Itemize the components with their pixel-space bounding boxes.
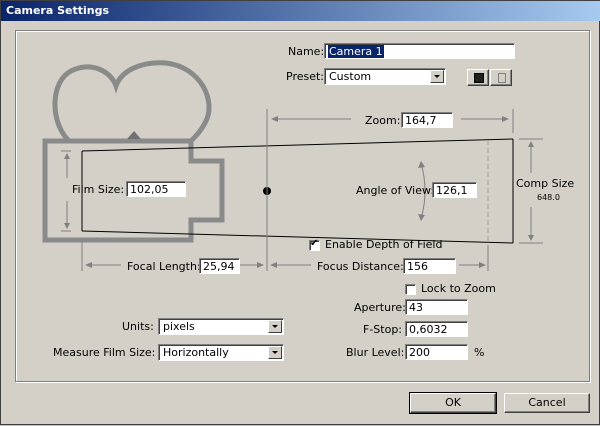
measure-film-size-dropdown[interactable]: Horizontally: [158, 344, 284, 361]
film-size-input[interactable]: 102,05: [126, 181, 186, 197]
zoom-input[interactable]: 164,7: [401, 112, 453, 128]
measure-film-size-label: Measure Film Size:: [53, 346, 156, 359]
preset-dropdown[interactable]: Custom: [324, 68, 446, 85]
viewfinder-triangle: [127, 131, 141, 139]
ok-button[interactable]: OK: [409, 392, 497, 414]
chevron-down-icon: [430, 70, 444, 83]
zoom-label: Zoom:: [365, 114, 401, 127]
chevron-down-icon: [268, 346, 282, 359]
lock-to-zoom-label: Lock to Zoom: [421, 282, 496, 295]
focus-distance-input[interactable]: 156: [403, 258, 456, 274]
comp-size-value: 648.0: [537, 193, 560, 202]
camera-settings-dialog: Camera Settings Name: Camera 1 Preset: C…: [0, 0, 600, 425]
name-input[interactable]: Camera 1: [324, 43, 515, 59]
focal-length-label: Focal Length:: [127, 260, 201, 273]
aperture-input[interactable]: 43: [405, 299, 468, 315]
comp-size-label: Comp Size: [516, 177, 575, 190]
f-stop-input[interactable]: 0,6032: [405, 321, 468, 337]
focus-distance-label: Focus Distance:: [317, 260, 404, 273]
film-size-label: Film Size:: [72, 183, 125, 196]
units-label: Units:: [122, 320, 154, 333]
blur-level-label: Blur Level:: [346, 346, 405, 359]
focal-length-input[interactable]: 25,94: [199, 258, 240, 274]
blur-level-input[interactable]: 200: [405, 344, 468, 360]
angle-of-view-label: Angle of View:: [356, 184, 435, 197]
angle-of-view-input[interactable]: 126,1: [432, 182, 477, 198]
trash-icon: [498, 73, 506, 83]
enable-dof-label: Enable Depth of Field: [325, 238, 443, 251]
cancel-button[interactable]: Cancel: [504, 393, 590, 413]
camera-diagram: [42, 60, 543, 271]
camera-body-outline: [42, 60, 225, 243]
name-label: Name:: [288, 45, 325, 58]
lock-to-zoom-checkbox[interactable]: [405, 284, 416, 295]
delete-preset-button[interactable]: [490, 69, 512, 86]
f-stop-label: F-Stop:: [363, 323, 403, 336]
blur-level-unit: %: [474, 346, 485, 359]
save-preset-button[interactable]: [467, 69, 489, 86]
units-dropdown[interactable]: pixels: [158, 318, 284, 335]
enable-dof-checkbox[interactable]: [309, 238, 320, 251]
aperture-label: Aperture:: [354, 301, 406, 314]
floppy-disk-icon: [474, 73, 484, 83]
chevron-down-icon: [268, 320, 282, 333]
preset-label: Preset:: [286, 70, 325, 83]
